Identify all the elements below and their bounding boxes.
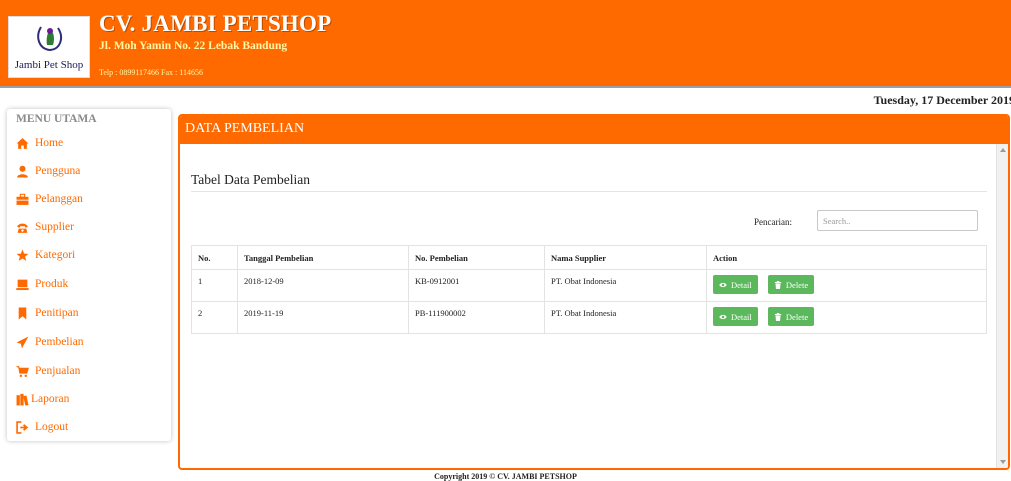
column-header-nomor[interactable]: No. Pembelian <box>408 245 545 270</box>
delete-label: Delete <box>785 279 809 290</box>
cell-no: 2 <box>191 301 238 334</box>
sidebar-item-penitipan[interactable]: Penitipan <box>16 303 78 323</box>
logo-text: Jambi Pet Shop <box>14 59 84 71</box>
sidebar-item-label: Home <box>35 137 64 149</box>
cell-tanggal: 2018-12-09 <box>237 269 409 302</box>
cell-no: 1 <box>191 269 238 302</box>
sidebar-item-label: Pembelian <box>35 336 84 348</box>
panel-header: DATA PEMBELIAN <box>180 116 1008 144</box>
cell-nomor: KB-0912001 <box>408 269 545 302</box>
sidebar-item-logout[interactable]: Logout <box>16 417 68 437</box>
footer-copyright: Copyright 2019 © CV. JAMBI PETSHOP <box>434 472 577 481</box>
column-header-action: Action <box>706 245 987 270</box>
cell-action: Detail Delete <box>706 301 987 334</box>
search-input[interactable] <box>817 210 978 231</box>
eye-icon <box>719 282 727 287</box>
main-panel: DATA PEMBELIAN Tabel Data Pembelian Penc… <box>178 114 1010 470</box>
sidebar-item-kategori[interactable]: Kategori <box>16 245 75 265</box>
sidebar-item-label: Pengguna <box>35 165 81 177</box>
monitor-icon <box>16 279 29 290</box>
detail-button[interactable]: Detail <box>713 307 758 326</box>
trash-icon <box>774 312 782 321</box>
sidebar-item-pembelian[interactable]: Pembelian <box>16 332 84 352</box>
table-header-row: No. Tanggal Pembelian No. Pembelian Nama… <box>191 245 987 270</box>
logout-icon <box>16 420 29 434</box>
brand-title: CV. JAMBI PETSHOP <box>99 11 332 36</box>
send-icon <box>16 336 29 348</box>
delete-button[interactable]: Delete <box>767 307 815 326</box>
scrollbar[interactable] <box>996 144 1008 468</box>
sidebar-item-pelanggan[interactable]: Pelanggan <box>16 189 83 209</box>
sidebar-item-penjualan[interactable]: Penjualan <box>16 361 80 381</box>
scroll-down-icon[interactable] <box>1000 460 1006 464</box>
current-date: Tuesday, 17 December 2019 <box>873 93 1011 107</box>
briefcase-icon <box>16 193 29 205</box>
detail-button[interactable]: Detail <box>713 275 758 294</box>
trash-icon <box>774 280 782 289</box>
sidebar-item-pengguna[interactable]: Pengguna <box>16 161 80 181</box>
detail-label: Detail <box>731 279 752 290</box>
bookmark-icon <box>18 307 27 319</box>
sidebar-item-label: Produk <box>35 278 69 290</box>
delete-label: Delete <box>785 311 809 322</box>
sidebar: MENU UTAMA Home Pengguna Pelanggan Suppl… <box>7 109 171 441</box>
cell-action: Detail Delete <box>706 269 987 302</box>
sidebar-item-label: Logout <box>35 421 69 433</box>
detail-label: Detail <box>731 311 752 322</box>
menu-title: MENU UTAMA <box>16 113 97 125</box>
column-header-no[interactable]: No. <box>191 245 238 270</box>
page-title: DATA PEMBELIAN <box>185 121 305 136</box>
sidebar-item-label: Kategori <box>35 249 76 261</box>
divider <box>191 191 987 192</box>
cell-tanggal: 2019-11-19 <box>237 301 409 334</box>
sidebar-item-label: Penjualan <box>35 365 81 377</box>
logo[interactable]: Jambi Pet Shop <box>8 16 90 78</box>
cell-nomor: PB-111900002 <box>408 301 545 334</box>
sidebar-item-label: Pelanggan <box>35 193 83 205</box>
star-icon <box>16 249 29 261</box>
user-icon <box>17 165 28 177</box>
column-header-supplier[interactable]: Nama Supplier <box>544 245 707 270</box>
phone-icon <box>17 223 28 233</box>
column-header-tanggal[interactable]: Tanggal Pembelian <box>237 245 409 270</box>
brand-address: Jl. Moh Yamin No. 22 Lebak Bandung <box>99 40 288 52</box>
search-label: Pencarian: <box>754 217 792 227</box>
sidebar-item-home[interactable]: Home <box>16 133 63 153</box>
table-title: Tabel Data Pembelian <box>191 172 311 187</box>
sidebar-item-label: Laporan <box>31 393 70 405</box>
pet-logo-icon <box>37 26 63 52</box>
cell-supplier: PT. Obat Indonesia <box>544 301 707 334</box>
sidebar-item-produk[interactable]: Produk <box>16 274 68 294</box>
sidebar-item-laporan[interactable]: Laporan <box>16 389 69 409</box>
table-row: 1 2018-12-09 KB-0912001 PT. Obat Indones… <box>191 269 987 302</box>
delete-button[interactable]: Delete <box>767 275 815 294</box>
home-icon <box>16 137 29 149</box>
brand-contact: Telp : 0899117466 Fax : 114656 <box>99 68 203 77</box>
table-row: 2 2019-11-19 PB-111900002 PT. Obat Indon… <box>191 301 987 334</box>
cell-supplier: PT. Obat Indonesia <box>544 269 707 302</box>
books-icon <box>16 393 29 406</box>
site-header: Jambi Pet Shop CV. JAMBI PETSHOP Jl. Moh… <box>0 0 1011 88</box>
sidebar-item-supplier[interactable]: Supplier <box>16 217 74 237</box>
sidebar-item-label: Supplier <box>35 221 74 233</box>
scroll-up-icon[interactable] <box>1000 148 1006 152</box>
eye-icon <box>719 314 727 319</box>
cart-icon <box>16 365 29 377</box>
purchase-table: No. Tanggal Pembelian No. Pembelian Nama… <box>191 245 987 334</box>
sidebar-item-label: Penitipan <box>35 307 79 319</box>
